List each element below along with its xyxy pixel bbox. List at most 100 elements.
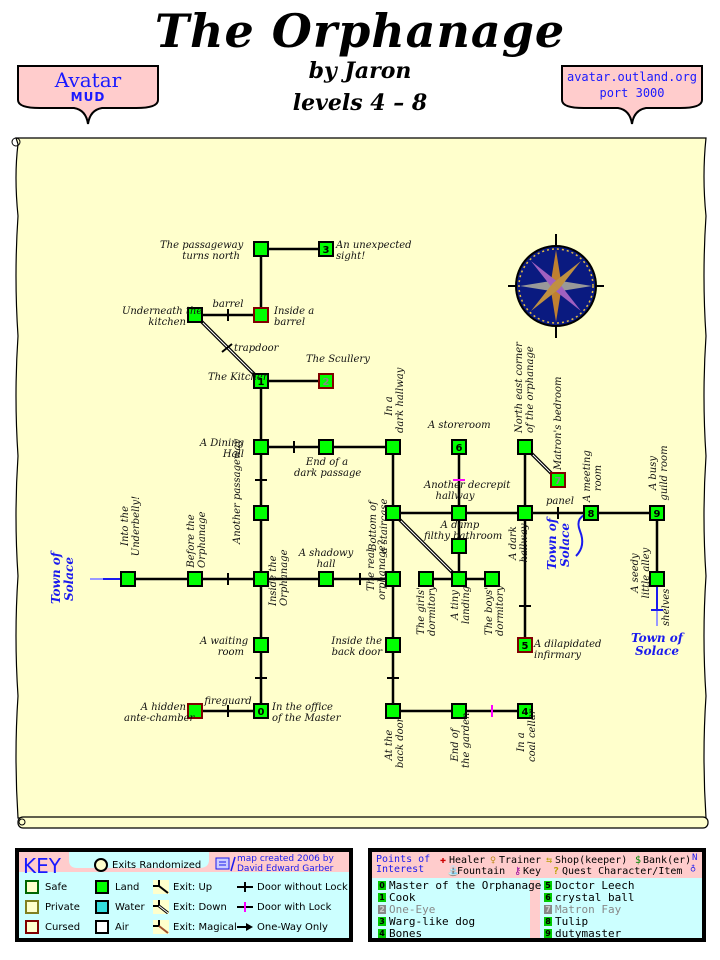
label-real-orphanage: The real orphanage? bbox=[366, 540, 388, 600]
label-inside-barrel: Inside a barrel bbox=[274, 306, 315, 328]
healer-icon: ✚ bbox=[440, 855, 447, 866]
poi-item-9: 9 dutymaster bbox=[544, 927, 621, 940]
exit-down-icon bbox=[153, 900, 169, 914]
poi-num: 4 bbox=[378, 929, 386, 938]
poi-type-bank: Bank(er) bbox=[643, 855, 692, 866]
compass-north-label: N bbox=[692, 853, 698, 863]
label-another-passageway: Another passageway bbox=[232, 438, 243, 544]
label-unexpected-sight: An unexpected sight! bbox=[336, 240, 412, 262]
label-kitchen: The Kitchen bbox=[208, 372, 270, 383]
terrain-label-air: Air bbox=[115, 922, 129, 933]
door-label-locked: Door with Lock bbox=[257, 902, 332, 913]
poi-marker: 9 bbox=[654, 509, 661, 520]
north-arrow-icon: ♁ bbox=[690, 863, 697, 874]
label-shelves-exit: shelves bbox=[661, 588, 672, 626]
exit-label-up: Exit: Up bbox=[173, 882, 213, 893]
poi-type-key: Key bbox=[523, 866, 542, 877]
badge-avatar-text: Avatar bbox=[54, 68, 122, 92]
label-back-door-inside: Inside the back door bbox=[331, 636, 382, 658]
door-locked-icon bbox=[237, 902, 253, 912]
room-shadowy-hall bbox=[318, 571, 334, 587]
server-address-badge: avatar.outland.org port 3000 bbox=[560, 64, 704, 130]
water-terrain-swatch bbox=[95, 900, 109, 914]
label-underbelly: Into the Underbelly! bbox=[120, 495, 142, 557]
poi-num: 6 bbox=[544, 893, 552, 902]
exit-label-magical: Exit: Magical bbox=[173, 922, 237, 933]
cursed-zone-swatch bbox=[25, 920, 39, 934]
poi-item-4: 4 Bones bbox=[378, 927, 422, 940]
zone-label-safe: Safe bbox=[45, 882, 68, 893]
poi-type-trainer: Trainer bbox=[499, 855, 542, 866]
exits-randomized-icon bbox=[94, 858, 108, 872]
room-real-orphanage bbox=[385, 571, 401, 587]
label-coal-cellar: In a coal cellar bbox=[516, 709, 538, 762]
room-back-door-inside bbox=[385, 637, 401, 653]
points-of-interest-legend: Points of Interest ✚ Healer ♀ Trainer ⇆ … bbox=[368, 848, 706, 942]
label-infirmary: A dilapidated infirmary bbox=[534, 639, 602, 661]
room-inside-orphanage bbox=[253, 571, 269, 587]
poi-title-2: Interest bbox=[376, 864, 425, 875]
label-garden-end: End of the garden bbox=[450, 712, 472, 768]
poi-num: 9 bbox=[544, 929, 552, 938]
label-barrel-exit: barrel bbox=[212, 299, 244, 310]
label-fireguard-exit: fireguard bbox=[204, 696, 252, 707]
poi-marker: 7 bbox=[555, 476, 562, 487]
town-solace-south[interactable]: Town of Solace bbox=[626, 632, 688, 658]
room-dining-hall bbox=[253, 439, 269, 455]
room-seedy-alley bbox=[649, 571, 665, 587]
server-port-text: port 3000 bbox=[599, 86, 665, 100]
poi-num: 0 bbox=[378, 881, 386, 890]
exits-randomized-label: Exits Randomized bbox=[112, 860, 202, 871]
room-inside-barrel bbox=[253, 307, 269, 323]
room-before-orphanage bbox=[187, 571, 203, 587]
key-icon: ⚷ bbox=[514, 866, 522, 877]
label-underneath-kitchen: Underneath the kitchen bbox=[122, 306, 203, 328]
zone-label-private: Private bbox=[45, 902, 80, 913]
poi-num: 3 bbox=[378, 917, 386, 926]
poi-num: 8 bbox=[544, 917, 552, 926]
land-terrain-swatch bbox=[95, 880, 109, 894]
room-another-passageway bbox=[253, 505, 269, 521]
door-label-unlocked: Door without Lock bbox=[257, 882, 348, 893]
server-host-text: avatar.outland.org bbox=[566, 70, 698, 84]
poi-type-fountain: Fountain bbox=[457, 866, 506, 877]
exit-magical-icon bbox=[153, 920, 169, 934]
room-girls-dormitory bbox=[418, 571, 434, 587]
label-matrons-bedroom: Matron's bedroom bbox=[553, 376, 564, 470]
poi-num: 7 bbox=[544, 905, 552, 914]
map-title: The Orphanage bbox=[154, 4, 566, 58]
label-dark-hallway-2: A dark hallway bbox=[508, 523, 530, 563]
label-before-orphanage: Before the Orphanage bbox=[186, 511, 208, 568]
poi-marker: 3 bbox=[323, 245, 330, 256]
room-dark-passage-end bbox=[318, 439, 334, 455]
label-decrepit-hallway: Another decrepit hallway bbox=[424, 480, 511, 502]
town-solace-east[interactable]: Town of Solace bbox=[545, 518, 572, 570]
label-shadowy-hall: A shadowy hall bbox=[298, 548, 354, 570]
label-passageway-north: The passageway turns north bbox=[160, 240, 244, 262]
poi-marker: 0 bbox=[258, 707, 265, 718]
label-dark-passage-end: End of a dark passage bbox=[294, 457, 362, 479]
private-zone-swatch bbox=[25, 900, 39, 914]
poi-type-shop: Shop(keeper) bbox=[555, 855, 628, 866]
label-meeting-room: A meeting room bbox=[582, 450, 604, 502]
label-ante-chamber: A hidden ante-chamber bbox=[124, 702, 195, 724]
label-trapdoor-exit: trapdoor bbox=[234, 343, 279, 354]
room-boys-dormitory bbox=[484, 571, 500, 587]
label-master-office: In the office of the Master bbox=[272, 702, 341, 724]
trainer-icon: ♀ bbox=[490, 855, 497, 866]
label-inside-orphanage: Inside the Orphanage bbox=[268, 549, 290, 606]
terrain-label-land: Land bbox=[115, 882, 140, 893]
scroll-quill-icon bbox=[215, 856, 237, 872]
label-storeroom: A storeroom bbox=[428, 420, 491, 431]
label-dark-hallway-1: In a dark hallway bbox=[384, 367, 406, 433]
map-key-legend: KEY Exits Randomized map created 2006 by… bbox=[15, 848, 353, 942]
poi-type-healer: Healer bbox=[449, 855, 486, 866]
key-title: KEY bbox=[23, 854, 61, 878]
label-guild-room: A busy guild room bbox=[648, 445, 670, 501]
label-waiting-room: A waiting room bbox=[200, 636, 249, 658]
zone-label-cursed: Cursed bbox=[45, 922, 81, 933]
poi-num: 2 bbox=[378, 905, 386, 914]
room-underbelly bbox=[120, 571, 136, 587]
town-solace-west[interactable]: Town of Solace bbox=[49, 552, 76, 604]
door-label-one-way: One-Way Only bbox=[257, 922, 328, 933]
